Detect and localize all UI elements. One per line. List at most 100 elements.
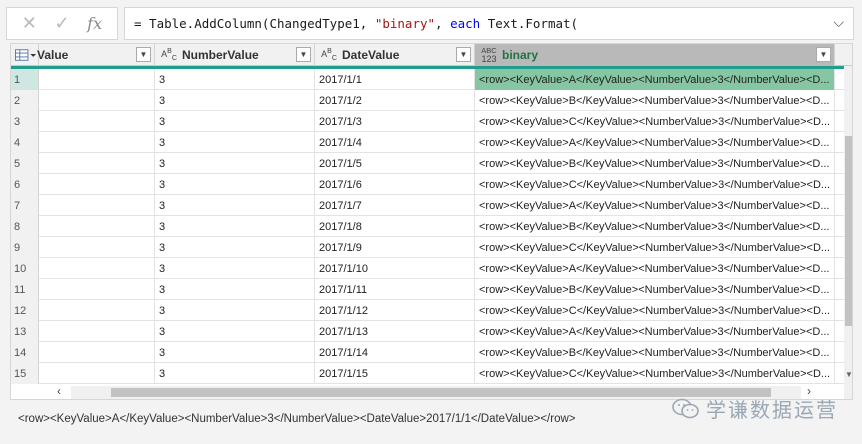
cell-datevalue[interactable]: 2017/1/1 xyxy=(315,69,475,90)
table-row[interactable]: 4 3 2017/1/4 <row><KeyValue>A</KeyValue><Nu… xyxy=(11,132,844,153)
formula-input[interactable]: = Table.AddColumn(ChangedType1, "binary"… xyxy=(124,7,854,40)
filter-dropdown-icon[interactable]: ▼ xyxy=(816,47,831,62)
cell-value[interactable] xyxy=(39,342,155,363)
cell-datevalue[interactable]: 2017/1/13 xyxy=(315,321,475,342)
cell-datevalue[interactable]: 2017/1/10 xyxy=(315,258,475,279)
cell-value[interactable] xyxy=(39,132,155,153)
cell-numbervalue[interactable]: 3 xyxy=(155,195,315,216)
row-number[interactable]: 7 xyxy=(11,195,39,216)
cell-binary[interactable]: <row><KeyValue>A</KeyValue><NumberValue>… xyxy=(475,195,835,216)
cell-binary[interactable]: <row><KeyValue>A</KeyValue><NumberValue>… xyxy=(475,321,835,342)
text-type-icon[interactable]: ABC xyxy=(159,48,179,63)
cell-numbervalue[interactable]: 3 xyxy=(155,153,315,174)
cell-datevalue[interactable]: 2017/1/2 xyxy=(315,90,475,111)
cell-binary[interactable]: <row><KeyValue>C</KeyValue><NumberValue>… xyxy=(475,363,835,384)
column-header-binary[interactable]: ABC 123 binary ▼ xyxy=(475,44,835,66)
cell-numbervalue[interactable]: 3 xyxy=(155,132,315,153)
cell-datevalue[interactable]: 2017/1/15 xyxy=(315,363,475,384)
vertical-scrollbar[interactable]: ▼ xyxy=(844,66,852,399)
cell-value[interactable] xyxy=(39,279,155,300)
cell-binary[interactable]: <row><KeyValue>B</KeyValue><NumberValue>… xyxy=(475,153,835,174)
cell-value[interactable] xyxy=(39,300,155,321)
column-header-numbervalue[interactable]: ABC NumberValue ▼ xyxy=(155,44,315,66)
table-row[interactable]: 11 3 2017/1/11 <row><KeyValue>B</KeyValue><… xyxy=(11,279,844,300)
cell-numbervalue[interactable]: 3 xyxy=(155,342,315,363)
cell-binary[interactable]: <row><KeyValue>B</KeyValue><NumberValue>… xyxy=(475,342,835,363)
row-number[interactable]: 2 xyxy=(11,90,39,111)
cell-value[interactable] xyxy=(39,258,155,279)
table-row[interactable]: 15 3 2017/1/15 <row><KeyValue>C</KeyValue><… xyxy=(11,363,844,384)
row-number[interactable]: 3 xyxy=(11,111,39,132)
cell-binary[interactable]: <row><KeyValue>B</KeyValue><NumberValue>… xyxy=(475,279,835,300)
any-type-icon[interactable]: ABC 123 xyxy=(479,46,499,64)
fx-icon[interactable]: fx xyxy=(84,13,106,35)
expand-formula-chevron-icon[interactable]: ⌵ xyxy=(833,14,844,31)
row-number[interactable]: 6 xyxy=(11,174,39,195)
cell-value[interactable] xyxy=(39,111,155,132)
cell-numbervalue[interactable]: 3 xyxy=(155,363,315,384)
table-row[interactable]: 8 3 2017/1/8 <row><KeyValue>B</KeyValue><Nu… xyxy=(11,216,844,237)
row-number[interactable]: 15 xyxy=(11,363,39,384)
row-number[interactable]: 12 xyxy=(11,300,39,321)
cell-value[interactable] xyxy=(39,195,155,216)
table-row[interactable]: 13 3 2017/1/13 <row><KeyValue>A</KeyValue><… xyxy=(11,321,844,342)
cell-value[interactable] xyxy=(39,363,155,384)
cell-datevalue[interactable]: 2017/1/14 xyxy=(315,342,475,363)
row-number[interactable]: 13 xyxy=(11,321,39,342)
table-row[interactable]: 6 3 2017/1/6 <row><KeyValue>C</KeyValue><Nu… xyxy=(11,174,844,195)
row-number[interactable]: 8 xyxy=(11,216,39,237)
cell-binary[interactable]: <row><KeyValue>A</KeyValue><NumberValue>… xyxy=(475,132,835,153)
row-number[interactable]: 9 xyxy=(11,237,39,258)
table-row[interactable]: 5 3 2017/1/5 <row><KeyValue>B</KeyValue><Nu… xyxy=(11,153,844,174)
cell-binary[interactable]: <row><KeyValue>C</KeyValue><NumberValue>… xyxy=(475,174,835,195)
cell-datevalue[interactable]: 2017/1/3 xyxy=(315,111,475,132)
filter-dropdown-icon[interactable]: ▼ xyxy=(456,47,471,62)
cell-numbervalue[interactable]: 3 xyxy=(155,279,315,300)
row-number[interactable]: 11 xyxy=(11,279,39,300)
cell-datevalue[interactable]: 2017/1/9 xyxy=(315,237,475,258)
cell-numbervalue[interactable]: 3 xyxy=(155,174,315,195)
cell-binary[interactable]: <row><KeyValue>B</KeyValue><NumberValue>… xyxy=(475,216,835,237)
row-number[interactable]: 10 xyxy=(11,258,39,279)
filter-dropdown-icon[interactable]: ▼ xyxy=(296,47,311,62)
table-row[interactable]: 14 3 2017/1/14 <row><KeyValue>B</KeyValue><… xyxy=(11,342,844,363)
x-icon[interactable]: ✕ xyxy=(18,13,40,35)
cell-binary[interactable]: <row><KeyValue>C</KeyValue><NumberValue>… xyxy=(475,300,835,321)
cell-binary[interactable]: <row><KeyValue>C</KeyValue><NumberValue>… xyxy=(475,111,835,132)
scroll-left-icon[interactable]: ‹ xyxy=(57,384,61,398)
table-row[interactable]: 1 3 2017/1/1 <row><KeyValue>A</KeyValue><Nu… xyxy=(11,69,844,90)
cell-numbervalue[interactable]: 3 xyxy=(155,69,315,90)
cell-value[interactable] xyxy=(39,237,155,258)
table-row[interactable]: 10 3 2017/1/10 <row><KeyValue>A</KeyValue><… xyxy=(11,258,844,279)
cell-numbervalue[interactable]: 3 xyxy=(155,111,315,132)
cell-value[interactable] xyxy=(39,174,155,195)
filter-dropdown-icon[interactable]: ▼ xyxy=(136,47,151,62)
cell-binary[interactable]: <row><KeyValue>A</KeyValue><NumberValue>… xyxy=(475,258,835,279)
row-number[interactable]: 1 xyxy=(11,69,39,90)
cell-numbervalue[interactable]: 3 xyxy=(155,216,315,237)
cell-value[interactable] xyxy=(39,153,155,174)
cell-value[interactable] xyxy=(39,321,155,342)
cell-datevalue[interactable]: 2017/1/4 xyxy=(315,132,475,153)
check-icon[interactable]: ✓ xyxy=(51,13,73,35)
cell-binary[interactable]: <row><KeyValue>A</KeyValue><NumberValue>… xyxy=(475,69,835,90)
cell-datevalue[interactable]: 2017/1/7 xyxy=(315,195,475,216)
cell-value[interactable] xyxy=(39,216,155,237)
cell-numbervalue[interactable]: 3 xyxy=(155,237,315,258)
cell-value[interactable] xyxy=(39,90,155,111)
cell-datevalue[interactable]: 2017/1/12 xyxy=(315,300,475,321)
column-header-value[interactable]: Value ▼ xyxy=(37,44,155,66)
row-number[interactable]: 4 xyxy=(11,132,39,153)
row-number[interactable]: 5 xyxy=(11,153,39,174)
text-type-icon[interactable]: ABC xyxy=(319,48,339,63)
column-header-datevalue[interactable]: ABC DateValue ▼ xyxy=(315,44,475,66)
cell-datevalue[interactable]: 2017/1/6 xyxy=(315,174,475,195)
cell-numbervalue[interactable]: 3 xyxy=(155,258,315,279)
table-row[interactable]: 9 3 2017/1/9 <row><KeyValue>C</KeyValue><Nu… xyxy=(11,237,844,258)
table-row[interactable]: 3 3 2017/1/3 <row><KeyValue>C</KeyValue><Nu… xyxy=(11,111,844,132)
table-menu-icon[interactable] xyxy=(11,44,39,66)
scroll-down-icon[interactable]: ▼ xyxy=(845,370,852,379)
cell-datevalue[interactable]: 2017/1/5 xyxy=(315,153,475,174)
table-row[interactable]: 2 3 2017/1/2 <row><KeyValue>B</KeyValue><Nu… xyxy=(11,90,844,111)
cell-numbervalue[interactable]: 3 xyxy=(155,321,315,342)
